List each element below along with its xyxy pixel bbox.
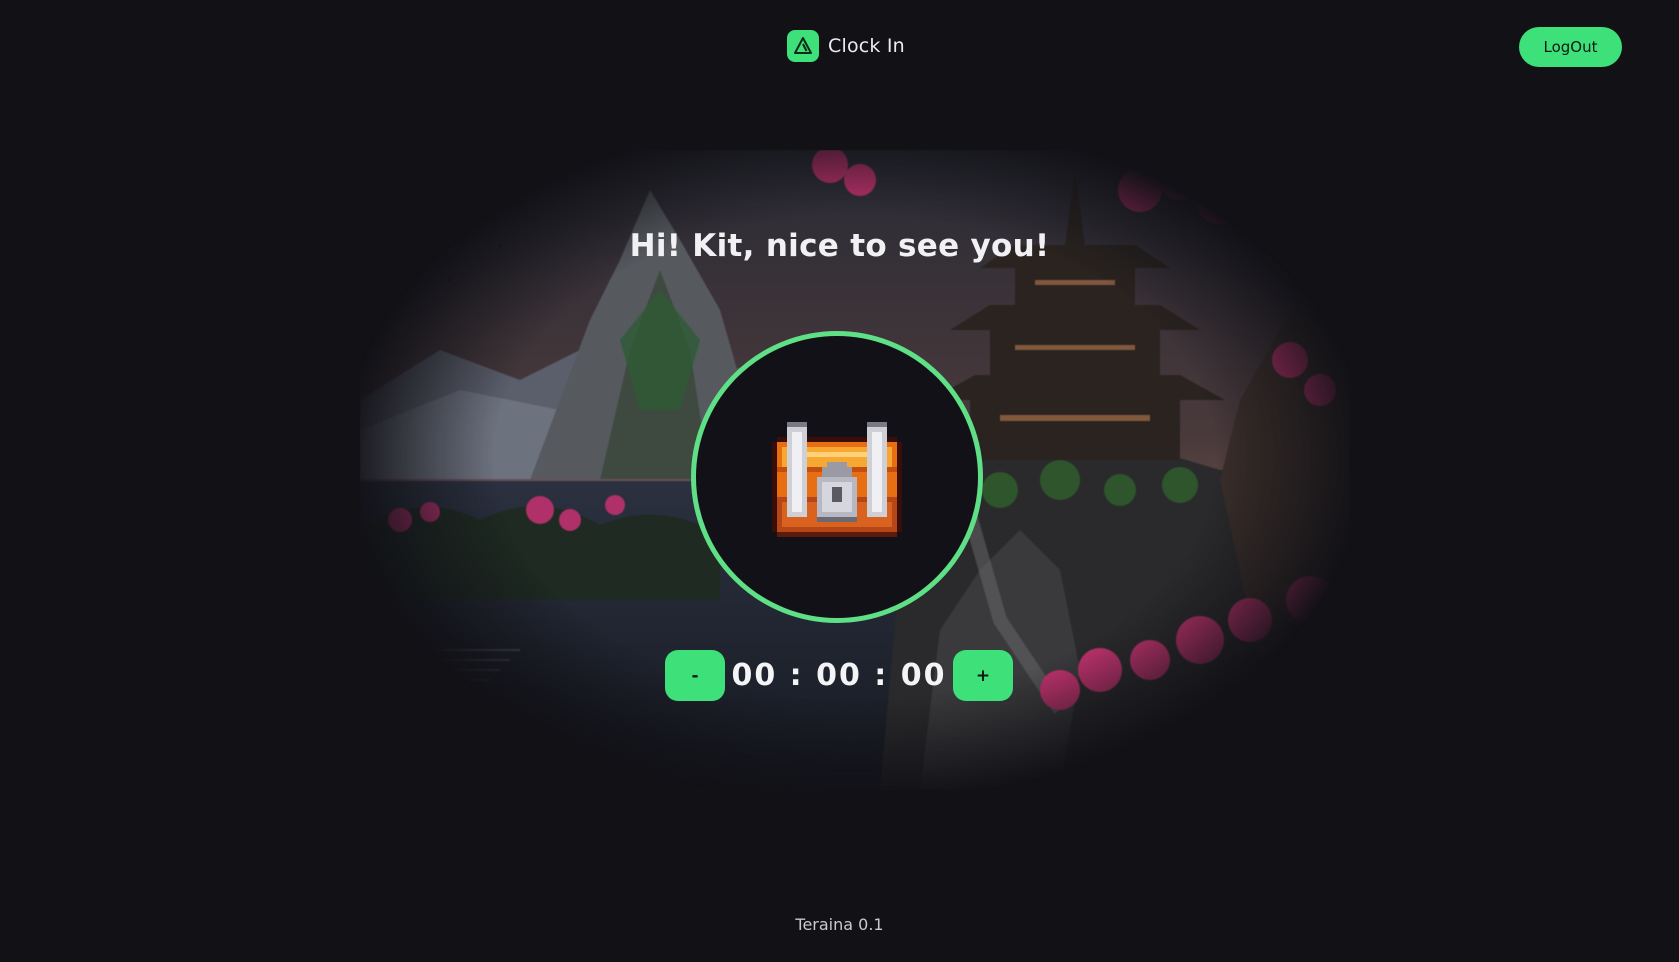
logout-button[interactable]: LogOut xyxy=(1519,27,1622,67)
version-footer: Teraina 0.1 xyxy=(795,915,884,934)
triangle-logo-icon xyxy=(787,30,819,62)
timer-display: 00 : 00 : 00 xyxy=(731,658,947,693)
brand-name: Clock In xyxy=(828,35,905,57)
greeting-heading: Hi! Kit, nice to see you! xyxy=(629,228,1050,264)
timer-controls: - 00 : 00 : 00 + xyxy=(665,650,1013,701)
app-root: Clock In LogOut Hi! Kit, nice to see you… xyxy=(0,0,1679,962)
treasure-chest-icon xyxy=(772,422,902,537)
brand: Clock In xyxy=(787,30,905,62)
increase-time-button[interactable]: + xyxy=(953,650,1013,701)
timer-ring xyxy=(691,331,983,623)
decrease-time-button[interactable]: - xyxy=(665,650,725,701)
